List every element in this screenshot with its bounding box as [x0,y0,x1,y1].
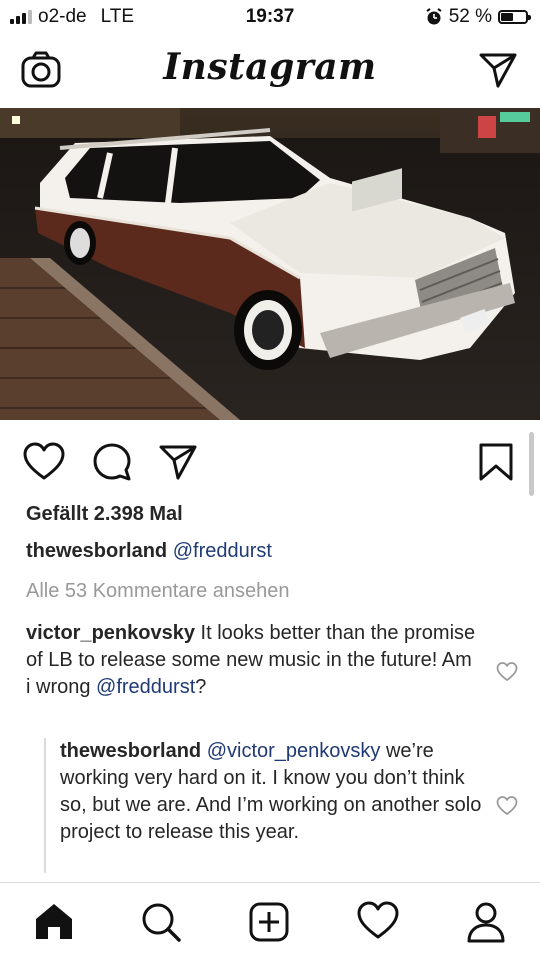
post-image[interactable] [0,108,540,420]
comment-icon[interactable] [92,442,132,482]
bottom-tab-bar [0,882,540,961]
add-post-icon[interactable] [248,901,290,943]
comment-suffix: ? [195,676,207,698]
reply-mention[interactable]: @victor_penkovsky [207,740,381,762]
app-header: Instagram [0,36,540,108]
comment-like-icon[interactable] [496,662,518,682]
battery-percentage: 52 % [448,6,492,27]
activity-heart-icon[interactable] [356,901,400,941]
comment-username[interactable]: victor_penkovsky [26,622,195,644]
reply-thread-line [44,738,46,873]
likes-count[interactable]: Gefällt 2.398 Mal [26,503,183,526]
battery-info: 52 % [425,6,531,28]
post-actions [0,430,540,490]
bookmark-icon[interactable] [478,442,514,482]
app-logo: Instagram [163,46,377,88]
home-icon[interactable] [33,901,75,941]
share-icon[interactable] [158,442,198,482]
scroll-indicator [529,432,534,496]
status-bar: o2-de LTE 19:37 52 % [0,0,540,36]
caption-username[interactable]: thewesborland [26,540,167,562]
search-icon[interactable] [140,901,182,943]
car-photo [0,108,540,420]
comment: victor_penkovsky It looks better than th… [26,620,476,701]
reply-username[interactable]: thewesborland [60,740,201,762]
battery-fill [501,13,514,21]
post-caption: thewesborland @freddurst [26,540,272,563]
alarm-icon [426,8,442,25]
like-heart-icon[interactable] [22,442,66,482]
view-all-comments-link[interactable]: Alle 53 Kommentare ansehen [26,580,290,603]
profile-icon[interactable] [466,901,506,943]
comment-mention[interactable]: @freddurst [96,676,195,698]
reply: thewesborland @victor_penkovsky we’re wo… [60,738,490,846]
caption-mention[interactable]: @freddurst [173,540,272,562]
battery-icon [498,10,531,24]
reply-like-icon[interactable] [496,796,518,816]
direct-message-icon[interactable] [478,50,518,90]
